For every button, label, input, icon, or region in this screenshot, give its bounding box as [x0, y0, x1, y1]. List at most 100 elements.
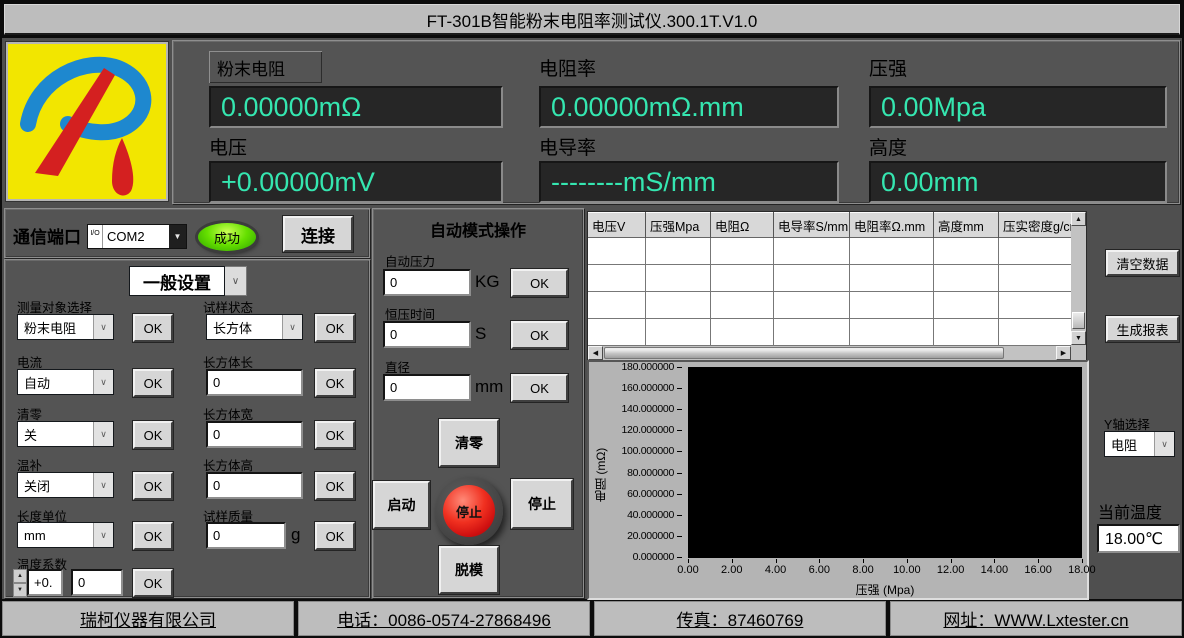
table-cell — [934, 265, 999, 292]
temp-coef-ok-button[interactable]: OK — [133, 569, 173, 597]
scroll-up-icon[interactable]: ▲ — [1071, 212, 1086, 226]
temp-comp-ok-button[interactable]: OK — [133, 472, 173, 500]
current-temp-display: 18.00℃ — [1097, 524, 1180, 553]
chevron-down-icon[interactable]: ∨ — [93, 422, 113, 446]
connect-button[interactable]: 连接 — [283, 216, 353, 252]
table-vertical-scrollbar[interactable]: ▲ ▼ — [1071, 212, 1086, 346]
select-value: mm — [18, 523, 93, 547]
table-header-row: 电压V 压强Mpa 电阻Ω 电导率S/mm 电阻率Ω.mm 高度mm 压实密度g… — [588, 212, 1086, 238]
table-cell — [850, 265, 934, 292]
select-value: 长方体 — [207, 315, 282, 339]
conductivity-display: --------mS/mm — [539, 161, 839, 203]
rect-width-input[interactable] — [206, 421, 303, 448]
generate-report-button[interactable]: 生成报表 — [1106, 316, 1179, 342]
auto-pressure-input[interactable] — [383, 269, 471, 296]
chevron-down-icon[interactable]: ∨ — [93, 473, 113, 497]
chevron-down-icon[interactable]: ∨ — [282, 315, 302, 339]
demold-button[interactable]: 脱模 — [439, 546, 499, 594]
chevron-down-icon[interactable]: ∨ — [225, 266, 247, 296]
rect-width-ok-button[interactable]: OK — [315, 421, 355, 449]
table-cell — [646, 319, 711, 346]
temp-coef-stepper[interactable]: ▲ ▼ — [13, 569, 27, 597]
scroll-left-icon[interactable]: ◀ — [588, 346, 603, 360]
height-label: 高度 — [869, 133, 907, 160]
rect-height-ok-button[interactable]: OK — [315, 472, 355, 500]
rect-height-input[interactable] — [206, 472, 303, 499]
pressure-label: 压强 — [869, 54, 907, 81]
phone-number: 电话：0086-0574-27868496 — [337, 606, 551, 631]
website-url: 网址：WWW.Lxtester.cn — [943, 606, 1128, 631]
rect-length-ok-button[interactable]: OK — [315, 369, 355, 397]
spinner-up-icon[interactable]: ▲ — [13, 569, 27, 583]
stop-button[interactable]: 停止 — [511, 479, 573, 529]
emergency-stop-button[interactable]: 停止 — [435, 477, 503, 545]
scroll-right-icon[interactable]: ▶ — [1056, 346, 1071, 360]
table-cell — [934, 319, 999, 346]
table-cell — [774, 319, 850, 346]
website-cell: 网址：WWW.Lxtester.cn — [890, 601, 1182, 636]
logo-r-icon — [8, 44, 166, 199]
current-ok-button[interactable]: OK — [133, 369, 173, 397]
brand-logo — [6, 42, 168, 201]
conductivity-label: 电导率 — [539, 133, 596, 160]
x-axis-tick: 16.00 — [1017, 564, 1059, 576]
length-unit-select[interactable]: mm ∨ — [17, 522, 114, 548]
diameter-ok-button[interactable]: OK — [511, 374, 568, 402]
table-cell — [711, 292, 774, 319]
x-axis-tick: 0.00 — [667, 564, 709, 576]
chevron-down-icon[interactable]: ∨ — [93, 523, 113, 547]
column-header: 电阻率Ω.mm — [850, 212, 934, 238]
length-unit-ok-button[interactable]: OK — [133, 522, 173, 550]
fax-cell: 传真：87460769 — [594, 601, 886, 636]
table-horizontal-scrollbar[interactable]: ◀ ▶ — [588, 346, 1086, 360]
height-display: 0.00mm — [869, 161, 1167, 203]
clear-button[interactable]: 清零 — [439, 419, 499, 467]
y-axis-select[interactable]: 电阻 ∨ — [1104, 431, 1175, 457]
rect-length-input[interactable] — [206, 369, 303, 396]
measure-object-ok-button[interactable]: OK — [133, 314, 173, 342]
temp-comp-select[interactable]: 关闭 ∨ — [17, 472, 114, 498]
table-cell — [646, 238, 711, 265]
current-temp-label: 当前温度 — [1098, 499, 1162, 523]
start-button[interactable]: 启动 — [373, 481, 430, 529]
temp-coef-value-field[interactable] — [71, 569, 123, 596]
sample-mass-input[interactable] — [206, 522, 286, 549]
resistivity-label: 电阻率 — [539, 54, 596, 81]
zero-ok-button[interactable]: OK — [133, 421, 173, 449]
y-axis-tick: 20.000000 — [597, 531, 683, 542]
sample-mass-ok-button[interactable]: OK — [315, 522, 355, 550]
measure-object-select[interactable]: 粉末电阻 ∨ — [17, 314, 114, 340]
scrollbar-thumb[interactable] — [604, 347, 1004, 359]
scroll-down-icon[interactable]: ▼ — [1071, 331, 1086, 345]
sample-mass-unit: g — [291, 525, 300, 545]
chevron-down-icon[interactable]: ∨ — [1154, 432, 1174, 456]
spinner-down-icon[interactable]: ▼ — [13, 583, 27, 597]
table-cell — [850, 292, 934, 319]
y-axis-tick: 0.000000 — [597, 552, 683, 563]
company-cell: 瑞柯仪器有限公司 — [2, 601, 294, 636]
hold-time-ok-button[interactable]: OK — [511, 321, 568, 349]
y-axis-tick: 60.000000 — [597, 489, 683, 500]
dropdown-arrow-icon[interactable]: ▼ — [169, 225, 186, 248]
zero-select[interactable]: 关 ∨ — [17, 421, 114, 447]
auto-pressure-ok-button[interactable]: OK — [511, 269, 568, 297]
chevron-down-icon[interactable]: ∨ — [93, 315, 113, 339]
table-cell — [850, 238, 934, 265]
column-header: 压强Mpa — [646, 212, 711, 238]
preset-select[interactable]: 一般设置 ∨ — [129, 266, 247, 296]
emergency-stop-label: 停止 — [443, 485, 495, 537]
com-port-select[interactable]: I/O COM2 ▼ — [87, 224, 187, 249]
diameter-input[interactable] — [383, 374, 471, 401]
table-row — [588, 265, 1086, 292]
sample-state-ok-button[interactable]: OK — [315, 314, 355, 342]
hold-time-input[interactable] — [383, 321, 471, 348]
current-select[interactable]: 自动 ∨ — [17, 369, 114, 395]
chevron-down-icon[interactable]: ∨ — [93, 370, 113, 394]
sample-state-select[interactable]: 长方体 ∨ — [206, 314, 303, 340]
fax-number: 传真：87460769 — [677, 606, 804, 631]
clear-data-button[interactable]: 清空数据 — [1106, 250, 1179, 276]
scrollbar-thumb[interactable] — [1072, 312, 1085, 329]
temp-coef-sign-field[interactable] — [27, 569, 63, 596]
x-axis-tick: 2.00 — [711, 564, 753, 576]
chart-plot-area — [688, 367, 1082, 558]
